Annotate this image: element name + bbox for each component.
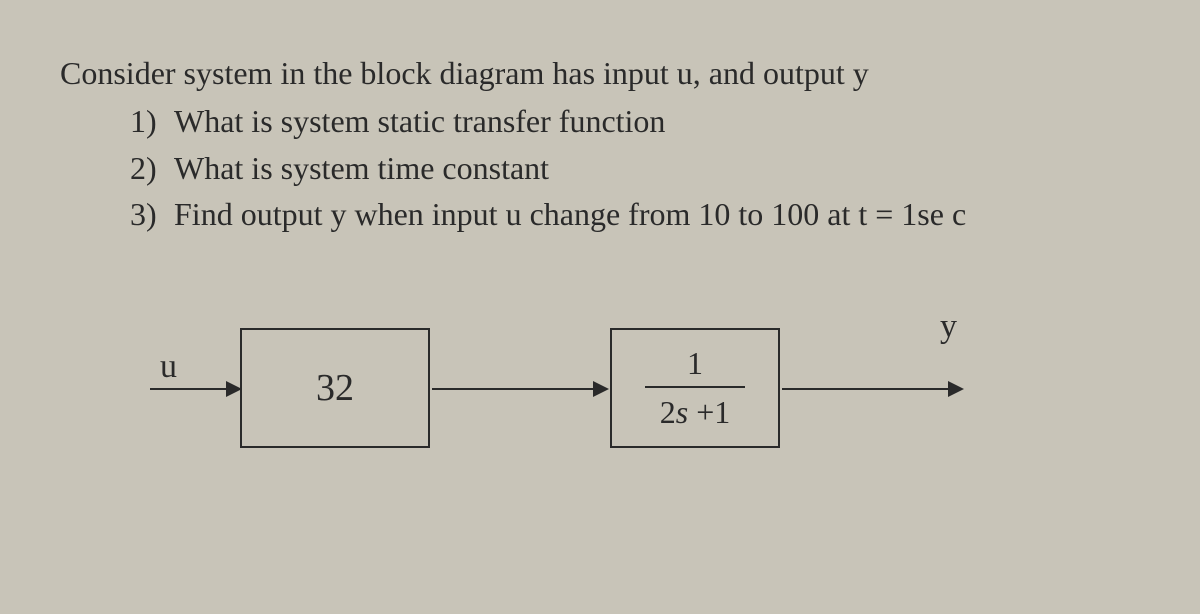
problem-statement: Consider system in the block diagram has… — [60, 50, 1140, 96]
gain-value: 32 — [316, 366, 354, 410]
question-text: What is system static transfer function — [174, 103, 665, 139]
question-text: What is system time constant — [174, 150, 549, 186]
question-1: 1)What is system static transfer functio… — [130, 98, 1140, 144]
arrow-input — [150, 388, 240, 390]
question-3: 3)Find output y when input u change from… — [130, 191, 1140, 237]
fraction-numerator: 1 — [687, 345, 703, 386]
arrow-middle — [432, 388, 607, 390]
output-label: y — [940, 308, 957, 346]
fraction-denominator: 2s +1 — [660, 388, 731, 431]
question-2: 2)What is system time constant — [130, 145, 1140, 191]
arrow-output — [782, 388, 962, 390]
gain-block: 32 — [240, 328, 430, 448]
question-num: 1) — [130, 98, 174, 144]
block-diagram: u 32 1 2s +1 y — [150, 328, 1140, 528]
question-text: Find output y when input u change from 1… — [174, 196, 966, 232]
question-num: 3) — [130, 191, 174, 237]
transfer-function-block: 1 2s +1 — [610, 328, 780, 448]
input-label: u — [160, 348, 177, 386]
question-list: 1)What is system static transfer functio… — [60, 98, 1140, 237]
question-num: 2) — [130, 145, 174, 191]
